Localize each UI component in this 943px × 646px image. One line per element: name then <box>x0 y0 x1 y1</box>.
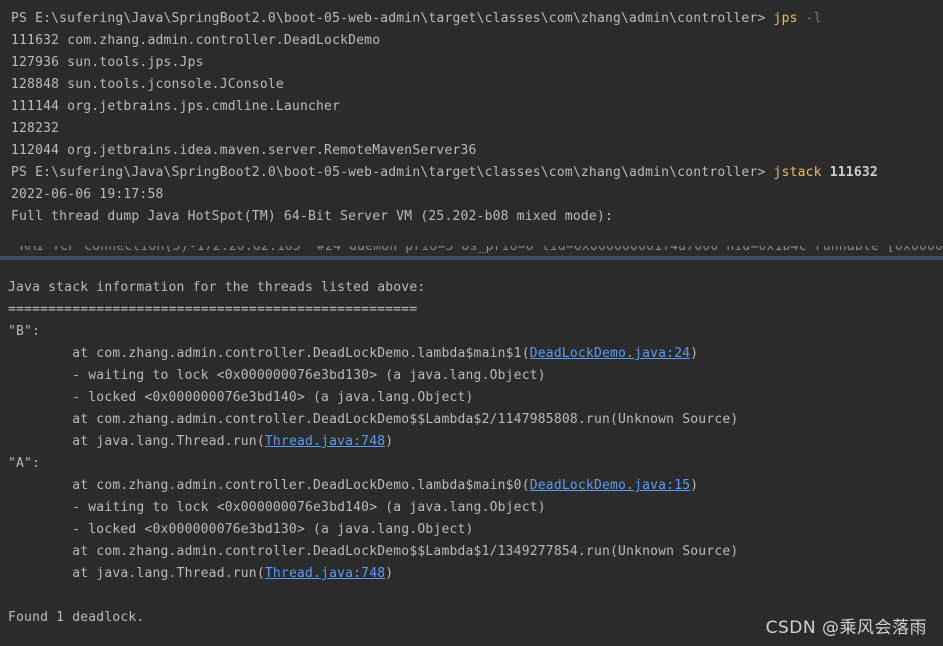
frame-text: at java.lang.Thread.run( <box>8 566 265 581</box>
thread-b-frame-2: at com.zhang.admin.controller.DeadLockDe… <box>8 412 739 427</box>
source-link[interactable]: Thread.java:748 <box>265 566 385 581</box>
frame-text: ) <box>690 346 699 361</box>
frame-text: ) <box>385 566 394 581</box>
thread-b-frame-1: at com.zhang.admin.controller.DeadLockDe… <box>8 343 698 365</box>
command-arg-pid: 111632 <box>821 165 878 180</box>
source-link[interactable]: Thread.java:748 <box>265 434 385 449</box>
thread-a-frame-1: at com.zhang.admin.controller.DeadLockDe… <box>8 475 698 497</box>
terminal-bottom-pane[interactable]: Java stack information for the threads l… <box>0 260 943 646</box>
thread-b-waiting: - waiting to lock <0x000000076e3bd130> (… <box>8 368 546 383</box>
prompt-path: PS E:\sufering\Java\SpringBoot2.0\boot-0… <box>11 165 774 180</box>
source-link[interactable]: DeadLockDemo.java:15 <box>530 478 691 493</box>
thread-a-frame-2: at com.zhang.admin.controller.DeadLockDe… <box>8 544 739 559</box>
command-jps: jps <box>773 11 798 26</box>
terminal-line-prompt-jps: PS E:\sufering\Java\SpringBoot2.0\boot-0… <box>11 8 822 30</box>
thread-a-waiting: - waiting to lock <0x000000076e3bd140> (… <box>8 500 546 515</box>
stack-info-header: Java stack information for the threads l… <box>8 280 426 295</box>
frame-text: ) <box>690 478 699 493</box>
thread-a-frame-3: at java.lang.Thread.run(Thread.java:748) <box>8 563 393 585</box>
watermark: CSDN @乘风会落雨 <box>765 618 927 638</box>
separator-line: ========================================… <box>8 302 418 317</box>
terminal-output-line: 112044 org.jetbrains.idea.maven.server.R… <box>11 143 477 158</box>
terminal-output-line: 128232 <box>11 121 60 136</box>
source-link[interactable]: DeadLockDemo.java:24 <box>530 346 691 361</box>
frame-text: at com.zhang.admin.controller.DeadLockDe… <box>8 346 530 361</box>
prompt-path: PS E:\sufering\Java\SpringBoot2.0\boot-0… <box>11 11 774 26</box>
command-flag: -l <box>797 11 822 26</box>
frame-text: ) <box>385 434 394 449</box>
thread-b-name: "B": <box>8 324 41 339</box>
terminal-output-line: 127936 sun.tools.jps.Jps <box>11 55 204 70</box>
deadlock-summary: Found 1 deadlock. <box>8 610 145 625</box>
terminal-output-line: Full thread dump Java HotSpot(TM) 64-Bit… <box>11 209 613 224</box>
command-jstack: jstack <box>773 165 822 180</box>
thread-a-locked: - locked <0x000000076e3bd130> (a java.la… <box>8 522 474 537</box>
terminal-output-line: 111144 org.jetbrains.jps.cmdline.Launche… <box>11 99 341 114</box>
thread-b-frame-3: at java.lang.Thread.run(Thread.java:748) <box>8 431 393 453</box>
terminal-top-pane[interactable]: PS E:\sufering\Java\SpringBoot2.0\boot-0… <box>0 0 943 258</box>
terminal-output-timestamp: 2022-06-06 19:17:58 <box>11 187 164 202</box>
terminal-output-line: 128848 sun.tools.jconsole.JConsole <box>11 77 284 92</box>
terminal-line-prompt-jstack: PS E:\sufering\Java\SpringBoot2.0\boot-0… <box>11 162 878 184</box>
frame-text: at com.zhang.admin.controller.DeadLockDe… <box>8 478 530 493</box>
frame-text: at java.lang.Thread.run( <box>8 434 265 449</box>
terminal-output-line: 111632 com.zhang.admin.controller.DeadLo… <box>11 33 381 48</box>
thread-b-locked: - locked <0x000000076e3bd140> (a java.la… <box>8 390 474 405</box>
thread-a-name: "A": <box>8 456 41 471</box>
